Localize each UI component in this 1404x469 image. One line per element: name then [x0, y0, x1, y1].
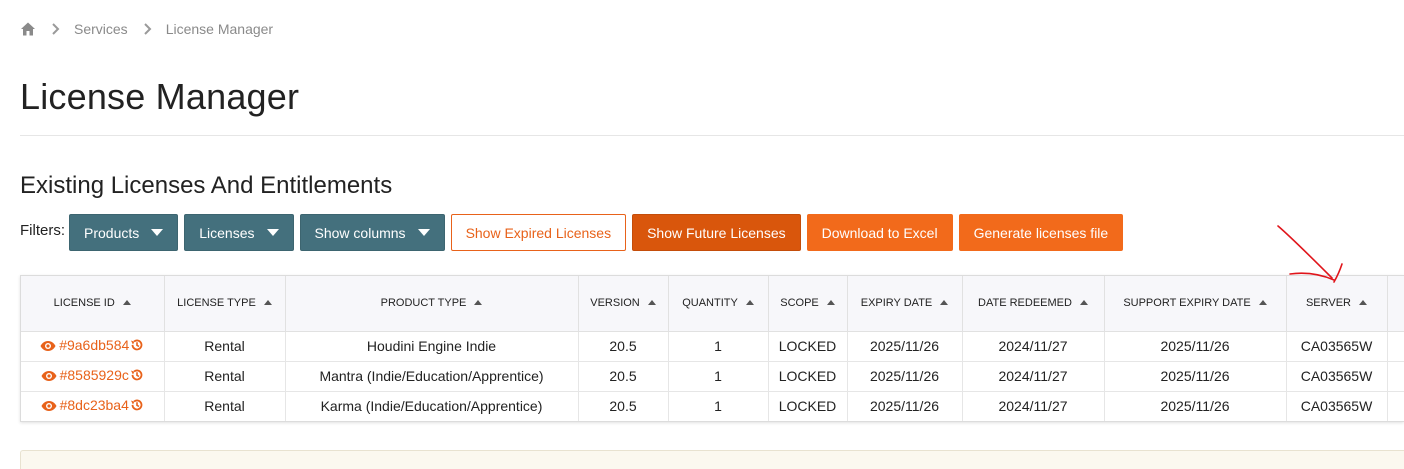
show-columns-label: Show columns: [314, 224, 406, 241]
expiry-date-cell: 2025/11/26: [847, 391, 963, 421]
divider: [20, 135, 1404, 136]
column-header-version[interactable]: VERSION: [578, 276, 669, 332]
section-title: Existing Licenses And Entitlements: [20, 172, 393, 199]
sort-icon: [474, 300, 483, 306]
version-cell: 20.5: [578, 391, 669, 421]
product-type-cell: Mantra (Indie/Education/Apprentice): [285, 361, 579, 392]
column-header-scope[interactable]: SCOPE: [768, 276, 848, 332]
scope-cell: LOCKED: [768, 391, 848, 421]
history-icon[interactable]: [130, 368, 144, 385]
table-row: #8585929c Rental Mantra (Indie/Education…: [21, 361, 1404, 392]
breadcrumb-current: License Manager: [165, 21, 274, 37]
license-type-cell: Rental: [164, 331, 286, 362]
chevron-right-icon: [51, 23, 61, 35]
sort-icon: [940, 300, 949, 306]
generate-licenses-file-button[interactable]: Generate licenses file: [958, 214, 1124, 251]
license-id-cell[interactable]: #8585929c: [21, 361, 165, 392]
page-title: License Manager: [20, 76, 300, 117]
support-expiry-date-cell: 2025/11/26: [1104, 331, 1287, 362]
filters-label: Filters:: [20, 222, 65, 239]
support-expiry-date-cell: 2025/11/26: [1104, 391, 1287, 421]
quantity-cell: 1: [668, 331, 769, 362]
show-expired-licenses-button[interactable]: Show Expired Licenses: [450, 214, 627, 251]
caret-down-icon: [151, 229, 164, 236]
download-excel-button[interactable]: Download to Excel: [806, 214, 953, 251]
column-header-quantity[interactable]: QUANTITY: [668, 276, 769, 332]
table-header-row: LICENSE ID LICENSE TYPE PRODUCT TYPE VER…: [21, 276, 1404, 332]
breadcrumb-services[interactable]: Services: [74, 21, 128, 37]
date-redeemed-cell: 2024/11/27: [962, 361, 1105, 392]
column-header-extra: [1387, 276, 1404, 332]
license-id-link[interactable]: #8dc23ba4: [60, 397, 129, 413]
server-cell: CA03565W: [1286, 331, 1388, 362]
date-redeemed-cell: 2024/11/27: [962, 391, 1105, 421]
products-label: Products: [84, 224, 140, 241]
sort-icon: [1258, 300, 1267, 306]
eye-icon[interactable]: [40, 339, 56, 355]
column-header-support-expiry-date[interactable]: SUPPORT EXPIRY DATE: [1104, 276, 1287, 332]
show-future-licenses-button[interactable]: Show Future Licenses: [632, 214, 801, 251]
extra-cell: [1387, 361, 1404, 392]
licenses-table: LICENSE ID LICENSE TYPE PRODUCT TYPE VER…: [20, 275, 1404, 422]
date-redeemed-cell: 2024/11/27: [962, 331, 1105, 362]
server-cell: CA03565W: [1286, 361, 1388, 392]
license-type-cell: Rental: [164, 361, 286, 392]
extra-cell: [1387, 331, 1404, 362]
license-id-link[interactable]: #8585929c: [60, 367, 129, 383]
license-type-cell: Rental: [164, 391, 286, 421]
caret-down-icon: [417, 229, 430, 236]
support-expiry-date-cell: 2025/11/26: [1104, 361, 1287, 392]
home-icon[interactable]: [20, 21, 36, 37]
version-cell: 20.5: [578, 331, 669, 362]
license-id-cell[interactable]: #9a6db584: [21, 331, 165, 362]
filters-bar: Filters: Products Licenses Show columns …: [20, 214, 1129, 251]
eye-icon[interactable]: [41, 399, 57, 415]
license-id-link[interactable]: #9a6db584: [59, 337, 129, 353]
server-cell: CA03565W: [1286, 391, 1388, 421]
product-type-cell: Houdini Engine Indie: [285, 331, 579, 362]
quantity-cell: 1: [668, 361, 769, 392]
column-header-license-type[interactable]: LICENSE TYPE: [164, 276, 286, 332]
licenses-dropdown-button[interactable]: Licenses: [184, 214, 294, 251]
sort-icon: [122, 300, 131, 306]
expiry-date-cell: 2025/11/26: [847, 361, 963, 392]
column-header-license-id[interactable]: LICENSE ID: [21, 276, 165, 332]
sort-icon: [1359, 300, 1368, 306]
table-row: #9a6db584 Rental Houdini Engine Indie 20…: [21, 331, 1404, 362]
history-icon[interactable]: [130, 398, 144, 415]
product-type-cell: Karma (Indie/Education/Apprentice): [285, 391, 579, 421]
breadcrumb: Services License Manager: [20, 21, 273, 37]
sort-icon: [263, 300, 272, 306]
sort-icon: [745, 300, 754, 306]
table-row: #8dc23ba4 Rental Karma (Indie/Education/…: [21, 391, 1404, 421]
expiry-date-cell: 2025/11/26: [847, 331, 963, 362]
show-columns-dropdown-button[interactable]: Show columns: [299, 214, 445, 251]
annotation-arrow-icon: [1277, 225, 1343, 283]
caret-down-icon: [266, 229, 279, 236]
version-cell: 20.5: [578, 361, 669, 392]
sort-icon: [826, 300, 835, 306]
scope-cell: LOCKED: [768, 331, 848, 362]
history-icon[interactable]: [130, 338, 144, 355]
column-header-expiry-date[interactable]: EXPIRY DATE: [847, 276, 963, 332]
products-dropdown-button[interactable]: Products: [69, 214, 179, 251]
licenses-label: Licenses: [199, 224, 255, 241]
bottom-info-panel: [20, 450, 1404, 469]
extra-cell: [1387, 391, 1404, 421]
eye-icon[interactable]: [41, 369, 57, 385]
sort-icon: [647, 300, 656, 306]
license-id-cell[interactable]: #8dc23ba4: [21, 391, 165, 421]
column-header-date-redeemed[interactable]: DATE REDEEMED: [962, 276, 1105, 332]
chevron-right-icon: [143, 23, 153, 35]
column-header-product-type[interactable]: PRODUCT TYPE: [285, 276, 579, 332]
quantity-cell: 1: [668, 391, 769, 421]
scope-cell: LOCKED: [768, 361, 848, 392]
sort-icon: [1079, 300, 1088, 306]
